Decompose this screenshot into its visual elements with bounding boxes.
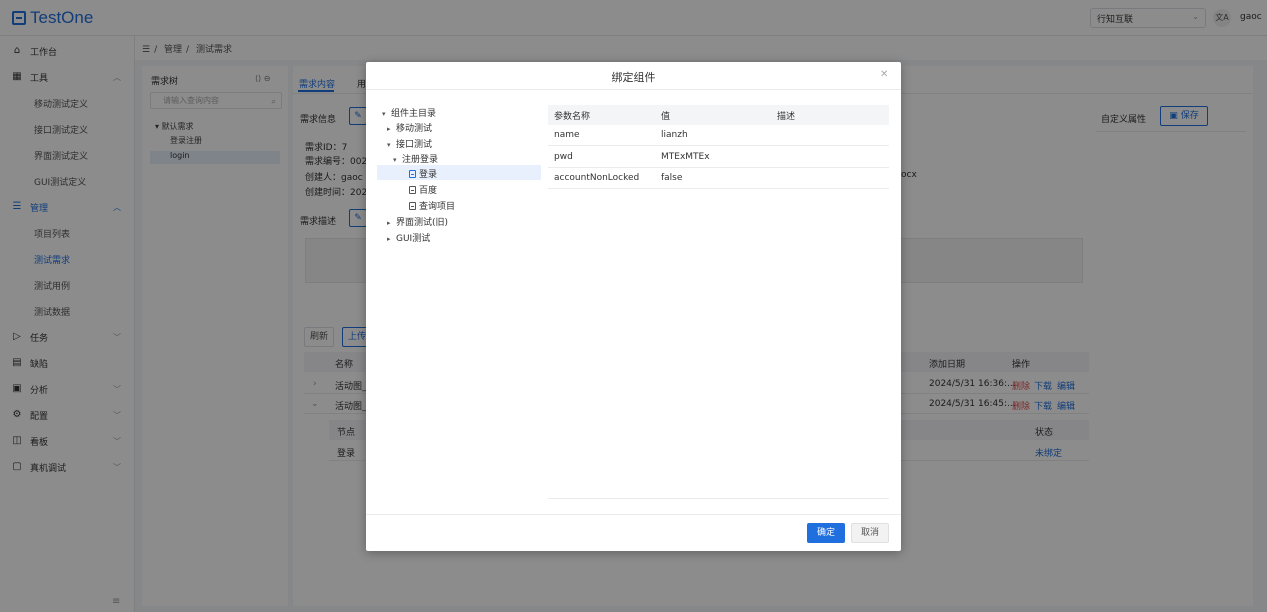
tree-node-baidu[interactable]: 百度 bbox=[409, 183, 437, 196]
dialog-title: 绑定组件 bbox=[611, 71, 656, 84]
caret-right-icon: ▸ bbox=[387, 219, 391, 227]
column-header-value: 值 bbox=[661, 112, 671, 122]
param-name: pwd bbox=[554, 152, 573, 162]
cancel-button[interactable]: 取消 bbox=[851, 523, 889, 543]
file-icon bbox=[409, 202, 416, 210]
caret-down-icon: ▾ bbox=[387, 141, 391, 149]
param-value: MTExMTEx bbox=[661, 152, 710, 162]
tree-node-component-root[interactable]: ▾ 组件主目录 bbox=[382, 106, 436, 119]
tree-node-gui-test[interactable]: ▸ GUI测试 bbox=[387, 231, 430, 244]
tree-node-label: 查询项目 bbox=[419, 202, 456, 212]
tree-node-label: 百度 bbox=[419, 186, 438, 196]
parameter-table-header bbox=[548, 105, 889, 125]
column-header-param-name: 参数名称 bbox=[554, 112, 591, 122]
caret-down-icon: ▾ bbox=[382, 110, 386, 118]
tree-node-label: 组件主目录 bbox=[391, 109, 437, 119]
param-value: false bbox=[661, 173, 683, 183]
row-divider bbox=[548, 167, 889, 168]
tree-node-query-project[interactable]: 查询项目 bbox=[409, 199, 455, 212]
file-icon bbox=[409, 186, 416, 194]
param-value: lianzh bbox=[661, 130, 688, 140]
column-header-description: 描述 bbox=[777, 112, 796, 122]
param-name: name bbox=[554, 130, 580, 140]
tree-node-label: GUI测试 bbox=[396, 234, 431, 244]
row-divider bbox=[548, 188, 889, 189]
confirm-button[interactable]: 确定 bbox=[807, 523, 845, 543]
row-divider bbox=[548, 145, 889, 146]
caret-down-icon: ▾ bbox=[393, 156, 397, 164]
param-name: accountNonLocked bbox=[554, 173, 640, 183]
caret-right-icon: ▸ bbox=[387, 235, 391, 243]
tree-node-ui-test-old[interactable]: ▸ 界面测试(旧) bbox=[387, 215, 448, 228]
file-icon bbox=[409, 170, 416, 178]
dialog-header-divider bbox=[366, 89, 901, 90]
tree-selection-highlight bbox=[377, 165, 541, 180]
tree-node-mobile-test[interactable]: ▸ 移动测试 bbox=[387, 121, 432, 134]
tree-node-register-login[interactable]: ▾ 注册登录 bbox=[393, 152, 438, 165]
tree-node-label: 移动测试 bbox=[396, 124, 433, 134]
close-icon[interactable]: ✕ bbox=[880, 69, 888, 80]
tree-node-login[interactable]: 登录 bbox=[409, 167, 437, 180]
tree-node-label: 界面测试(旧) bbox=[396, 218, 449, 228]
tree-node-api-test[interactable]: ▾ 接口测试 bbox=[387, 137, 432, 150]
tree-node-label: 登录 bbox=[419, 170, 438, 180]
dialog-footer-divider bbox=[366, 514, 901, 515]
table-bottom-border bbox=[548, 498, 889, 499]
tree-node-label: 接口测试 bbox=[396, 140, 433, 150]
tree-node-label: 注册登录 bbox=[402, 155, 439, 165]
bind-component-dialog: 绑定组件 ✕ ▾ 组件主目录 ▸ 移动测试 ▾ 接口测试 ▾ 注册登录 登录 百度 查询… bbox=[366, 62, 901, 551]
caret-right-icon: ▸ bbox=[387, 125, 391, 133]
